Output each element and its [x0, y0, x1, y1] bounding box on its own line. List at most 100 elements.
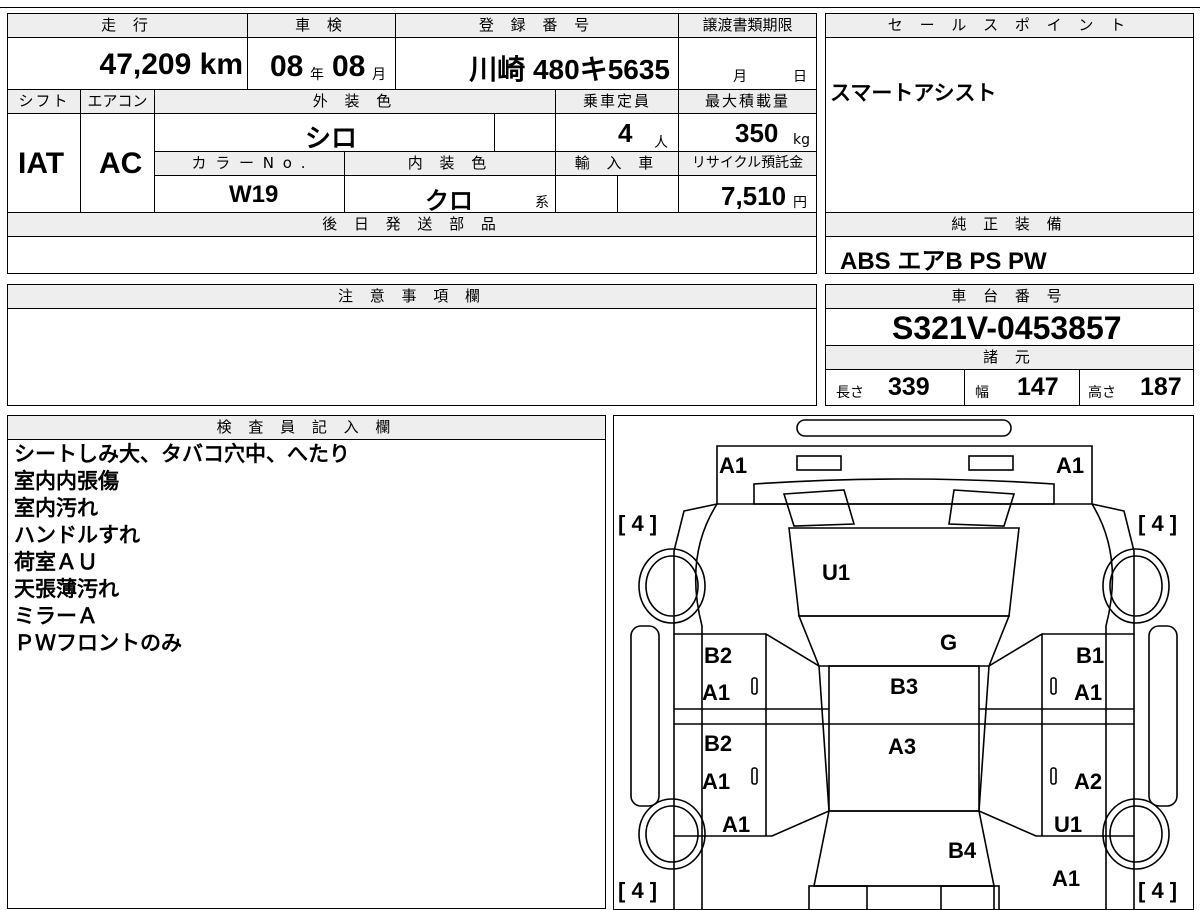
- left-door-column: [674, 633, 830, 837]
- grille-right: [948, 489, 1016, 527]
- recycle-unit: 円: [793, 195, 807, 211]
- inspection-cell: 08 年 08 月: [247, 37, 396, 90]
- shift-cell: IAT: [7, 113, 81, 213]
- inspection-year: 08: [270, 50, 304, 83]
- inspector-notes-header: 検 査 員 記 入 欄: [7, 415, 606, 440]
- caution-header: 注 意 事 項 欄: [7, 284, 817, 309]
- inspector-note: 室内内張傷: [14, 469, 119, 493]
- length-label: 長さ: [836, 385, 864, 401]
- max-load-cell: 350 kg: [678, 113, 817, 152]
- grille-left: [782, 489, 856, 527]
- inspector-note: シートしみ大、タバコ穴中、へたり: [14, 442, 350, 466]
- sales-point-value: スマートアシスト: [830, 81, 997, 105]
- inspection-month: 08: [332, 50, 366, 83]
- mark-rear-right-bumper: A1: [1052, 866, 1080, 891]
- aircon-value: AC: [99, 147, 143, 180]
- recycle-deposit-header: リサイクル預託金: [678, 151, 817, 176]
- front-bumper-bar: [796, 419, 1012, 437]
- mark-roof-rear: A3: [888, 734, 916, 759]
- chassis-number-cell: S321V-0453857: [825, 308, 1194, 346]
- tire-label: [ 4 ]: [618, 511, 657, 536]
- max-load-header: 最大積載量: [678, 89, 817, 114]
- front-light-right: [968, 455, 1014, 471]
- registration-value: 川崎 480キ5635: [469, 54, 670, 85]
- genuine-equipment-value: ABS エアB PS PW: [840, 248, 1047, 275]
- shift-value: IAT: [18, 147, 65, 180]
- capacity-unit: 人: [654, 135, 668, 151]
- mark-rear-left-door-a: A1: [702, 769, 730, 794]
- tire-rear-right-inner: [1109, 805, 1163, 863]
- windshield: [797, 615, 1011, 667]
- exterior-color-header: 外 装 色: [154, 89, 556, 114]
- max-load-value: 350: [735, 118, 779, 148]
- front-light-left: [796, 455, 842, 471]
- max-load-unit: kg: [793, 132, 810, 148]
- inspector-note: 天張薄汚れ: [14, 577, 119, 601]
- inspector-note: 荷室ＡＵ: [14, 550, 98, 574]
- interior-color-value: クロ: [425, 188, 473, 215]
- width-cell: 幅 147: [964, 369, 1080, 406]
- inspector-note: ミラーＡ: [14, 604, 98, 628]
- inspection-header: 車 検: [247, 13, 396, 38]
- tire-label: [ 4 ]: [618, 878, 657, 903]
- length-cell: 長さ 339: [825, 369, 965, 406]
- grille: [753, 478, 1055, 505]
- recycle-deposit-cell: 7,510 円: [678, 175, 817, 213]
- aircon-header: エアコン: [80, 89, 155, 114]
- mark-rear-left-door-b: B2: [704, 731, 732, 756]
- height-label: 高さ: [1088, 385, 1116, 401]
- mark-windshield: G: [940, 630, 957, 655]
- tire-front-right-inner: [1109, 555, 1163, 617]
- front-panel: [716, 445, 1093, 505]
- right-door-column: [978, 633, 1134, 837]
- exterior-color-value: シロ: [305, 123, 358, 153]
- mark-hood: U1: [822, 560, 850, 585]
- color-no-cell: W19: [154, 175, 345, 213]
- genuine-equipment-header: 純 正 装 備: [825, 212, 1194, 237]
- car-diagram-frame: [ 4 ] [ 4 ] [ 4 ] [ 4 ] A1 A1 U1 G B2 A1…: [613, 415, 1194, 910]
- mark-rear-left-quarter: A1: [722, 812, 750, 837]
- genuine-equipment-cell: ABS エアB PS PW: [825, 236, 1194, 275]
- color-no-header: カ ラ ー N o .: [154, 151, 345, 176]
- tire-rear-left: [638, 798, 706, 870]
- tire-rear-left-inner: [645, 805, 699, 863]
- mark-rear-right-quarter: U1: [1054, 812, 1082, 837]
- sales-point-header: セ ー ル ス ポ イ ン ト: [825, 13, 1194, 38]
- width-value: 147: [1017, 373, 1059, 401]
- mark-roof-front: B3: [890, 674, 918, 699]
- caution-cell: [7, 308, 817, 406]
- right-side-rail: [1148, 625, 1178, 807]
- exterior-color-cell: シロ: [154, 113, 495, 153]
- height-value: 187: [1140, 373, 1182, 401]
- later-parts-cell: [7, 236, 817, 274]
- tire-label: [ 4 ]: [1138, 878, 1177, 903]
- width-label: 幅: [975, 385, 989, 401]
- body-outline: [673, 503, 1135, 909]
- mark-rear-right-door-a: A2: [1074, 769, 1102, 794]
- inspection-month-unit: 月: [372, 67, 386, 83]
- mileage-header: 走 行: [7, 13, 248, 38]
- sales-point-cell: スマートアシスト: [825, 37, 1194, 213]
- mark-back-door: B4: [948, 838, 977, 863]
- import-car-header: 輸 入 車: [555, 151, 679, 176]
- import-car-cell-1: [555, 175, 618, 213]
- mark-front-left-door-b: B2: [704, 643, 732, 668]
- registration-header: 登 録 番 号: [395, 13, 679, 38]
- specs-header: 諸 元: [825, 345, 1194, 370]
- tire-rear-right: [1102, 798, 1170, 870]
- interior-color-suffix: 系: [535, 195, 549, 211]
- shift-header: シフト: [7, 89, 81, 114]
- exterior-color-extra-cell: [494, 113, 556, 152]
- inspection-year-unit: 年: [310, 67, 324, 83]
- chassis-number-value: S321V-0453857: [892, 310, 1122, 346]
- interior-color-header: 内 装 色: [344, 151, 556, 176]
- transfer-month-unit: 月: [733, 69, 747, 85]
- rear-panel: [814, 885, 995, 909]
- left-side-rail: [630, 625, 660, 807]
- mark-front-right-door-a: A1: [1074, 680, 1102, 705]
- length-value: 339: [888, 373, 930, 401]
- height-cell: 高さ 187: [1079, 369, 1194, 406]
- import-car-cell-2: [617, 175, 679, 213]
- registration-cell: 川崎 480キ5635: [395, 37, 679, 90]
- tire-front-left-inner: [645, 555, 699, 617]
